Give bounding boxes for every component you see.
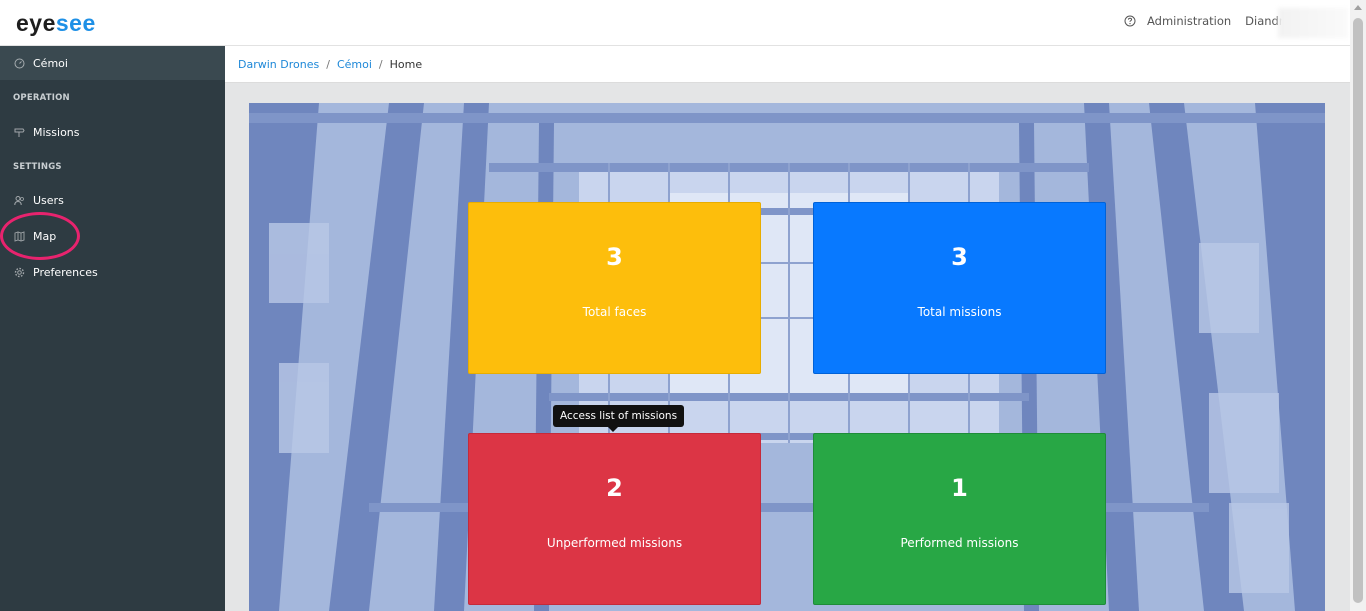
breadcrumb-separator: / <box>326 57 330 71</box>
card-value: 1 <box>951 474 968 502</box>
breadcrumb-current: Home <box>389 57 423 71</box>
sidebar-item-missions[interactable]: Missions <box>0 115 225 149</box>
main-content: 3 Total faces 3 Total missions 2 Unperfo… <box>225 83 1350 611</box>
sidebar-item-label: Cémoi <box>33 56 68 70</box>
user-name-blur <box>1278 8 1348 38</box>
users-icon <box>14 195 24 205</box>
total-missions-card[interactable]: 3 Total missions <box>813 202 1106 374</box>
sidebar-item-site[interactable]: Cémoi <box>0 46 225 80</box>
top-right-menu: Administration Diandra G <box>1124 14 1303 28</box>
sidebar-item-label: Users <box>33 193 64 207</box>
warehouse-illustration <box>249 103 1325 611</box>
warehouse-background-image <box>249 103 1325 611</box>
breadcrumb: Darwin Drones / Cémoi / Home <box>225 46 1350 83</box>
sidebar-item-preferences[interactable]: Preferences <box>0 255 225 289</box>
scrollbar-thumb[interactable] <box>1353 18 1363 603</box>
page-scrollbar[interactable] <box>1350 0 1366 611</box>
unperformed-missions-card[interactable]: 2 Unperformed missions <box>468 433 761 605</box>
map-highlight-annotation <box>0 212 80 260</box>
breadcrumb-darwin-drones[interactable]: Darwin Drones <box>238 58 319 71</box>
breadcrumb-separator: / <box>378 57 383 71</box>
card-label: Total faces <box>582 305 647 319</box>
sidebar-item-label: Missions <box>33 125 80 139</box>
breadcrumb-site[interactable]: Cémoi <box>337 58 372 71</box>
card-value: 2 <box>606 474 623 502</box>
scroll-up-arrow-icon[interactable] <box>1354 5 1362 10</box>
sidebar: Cémoi OPERATION Missions SETTINGS Users … <box>0 46 225 611</box>
performed-missions-card[interactable]: 1 Performed missions <box>813 433 1106 605</box>
gear-icon <box>14 267 25 277</box>
top-bar: eyesee Administration Diandra G <box>0 0 1350 46</box>
question-circle-icon[interactable] <box>1124 15 1136 27</box>
administration-link[interactable]: Administration <box>1147 14 1231 28</box>
missions-tooltip: Access list of missions <box>553 405 685 432</box>
sidebar-heading-operation: OPERATION <box>13 93 70 103</box>
card-label: Total missions <box>917 305 1002 319</box>
sidebar-item-label: Preferences <box>33 265 98 279</box>
gauge-icon <box>14 58 25 68</box>
total-faces-card[interactable]: 3 Total faces <box>468 202 761 374</box>
sidebar-heading-settings: SETTINGS <box>13 162 62 172</box>
card-label: Performed missions <box>900 536 1019 550</box>
card-label: Unperformed missions <box>546 536 683 550</box>
eyesee-logo[interactable]: eyesee <box>16 11 96 35</box>
card-value: 3 <box>606 243 623 271</box>
card-value: 3 <box>951 243 968 271</box>
signpost-icon <box>14 128 25 137</box>
